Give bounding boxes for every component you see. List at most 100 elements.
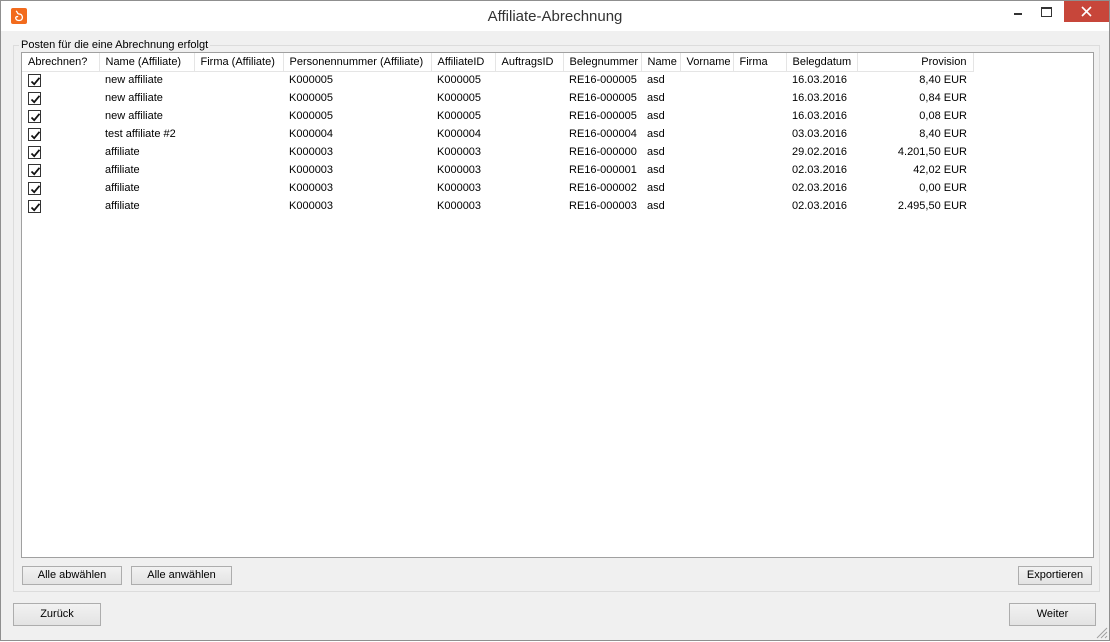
abrechnen-checkbox[interactable] bbox=[28, 199, 41, 213]
close-button[interactable] bbox=[1064, 1, 1109, 22]
provision-cell: 0,00 EUR bbox=[919, 182, 967, 194]
abrechnen-checkbox[interactable] bbox=[28, 109, 41, 123]
deselect-all-button[interactable]: Alle abwählen bbox=[22, 566, 122, 585]
export-button[interactable]: Exportieren bbox=[1018, 566, 1092, 585]
abrechnen-checkbox[interactable] bbox=[28, 127, 41, 141]
belegdatum-cell: 02.03.2016 bbox=[792, 200, 848, 212]
personennummer-cell: K000005 bbox=[289, 74, 334, 87]
abrechnen-checkbox[interactable] bbox=[28, 163, 41, 177]
belegdatum-cell: 16.03.2016 bbox=[792, 74, 848, 87]
checkmark-icon bbox=[30, 130, 41, 140]
vorname-cell bbox=[680, 161, 733, 179]
column-header-name[interactable]: Name bbox=[641, 53, 681, 72]
vorname-cell bbox=[680, 197, 733, 215]
belegdatum-cell: 02.03.2016 bbox=[792, 182, 848, 194]
auftrags-id-cell bbox=[495, 71, 563, 89]
belegdatum-cell: 16.03.2016 bbox=[792, 110, 848, 122]
items-table[interactable]: Abrechnen? Name (Affiliate) Firma (Affil… bbox=[21, 52, 1094, 558]
firma-cell bbox=[733, 125, 786, 143]
firma-affiliate-cell bbox=[194, 71, 283, 89]
name-affiliate-cell: test affiliate #2 bbox=[105, 128, 176, 140]
provision-cell: 8,40 EUR bbox=[919, 128, 967, 140]
personennummer-cell: K000003 bbox=[289, 200, 334, 212]
vorname-cell bbox=[680, 179, 733, 197]
column-header-firma-affiliate[interactable]: Firma (Affiliate) bbox=[194, 53, 284, 72]
firma-cell bbox=[733, 143, 786, 161]
firma-cell bbox=[733, 197, 786, 215]
checkmark-icon bbox=[30, 166, 41, 176]
column-header-firma[interactable]: Firma bbox=[733, 53, 787, 72]
belegdatum-cell: 29.02.2016 bbox=[792, 146, 848, 158]
personennummer-cell: K000003 bbox=[289, 182, 334, 194]
name-affiliate-cell: affiliate bbox=[105, 200, 140, 212]
column-header-provision[interactable]: Provision bbox=[857, 53, 974, 72]
checkmark-icon bbox=[30, 94, 41, 104]
auftrags-id-cell bbox=[495, 161, 563, 179]
vorname-cell bbox=[680, 125, 733, 143]
abrechnen-checkbox[interactable] bbox=[28, 73, 41, 87]
abrechnen-cell bbox=[22, 143, 99, 161]
table-row[interactable]: new affiliate K000005 K000005 RE16-000005 as… bbox=[22, 71, 973, 89]
auftrags-id-cell bbox=[495, 89, 563, 107]
abrechnen-cell bbox=[22, 89, 99, 107]
provision-cell: 42,02 EUR bbox=[913, 164, 967, 176]
firma-affiliate-cell bbox=[194, 161, 283, 179]
abrechnen-cell bbox=[22, 107, 99, 125]
provision-cell: 4.201,50 EUR bbox=[897, 146, 967, 158]
belegdatum-cell: 03.03.2016 bbox=[792, 128, 848, 140]
abrechnen-checkbox[interactable] bbox=[28, 181, 41, 195]
belegnummer-cell: RE16-000005 bbox=[569, 92, 637, 104]
name-cell: asd bbox=[647, 200, 665, 212]
affiliate-id-cell: K000005 bbox=[437, 74, 482, 87]
column-header-auftrags-id[interactable]: AuftragsID bbox=[495, 53, 564, 72]
checkmark-icon bbox=[30, 184, 41, 194]
abrechnen-checkbox[interactable] bbox=[28, 145, 41, 159]
firma-affiliate-cell bbox=[194, 143, 283, 161]
name-cell: asd bbox=[647, 92, 665, 104]
name-affiliate-cell: new affiliate bbox=[105, 110, 163, 122]
column-header-personennummer[interactable]: Personennummer (Affiliate) bbox=[283, 53, 432, 72]
select-all-button[interactable]: Alle anwählen bbox=[131, 566, 232, 585]
table-row[interactable]: new affiliate K000005 K000005 RE16-000005 as… bbox=[22, 89, 973, 107]
affiliate-id-cell: K000005 bbox=[437, 110, 482, 122]
abrechnen-cell bbox=[22, 71, 99, 89]
table-row[interactable]: test affiliate #2 K000004 K000004 RE16-0000… bbox=[22, 125, 973, 143]
firma-cell bbox=[733, 179, 786, 197]
next-button[interactable]: Weiter bbox=[1009, 603, 1096, 626]
resize-grip-icon[interactable] bbox=[1094, 625, 1108, 639]
belegdatum-cell: 16.03.2016 bbox=[792, 92, 848, 104]
name-cell: asd bbox=[647, 110, 665, 122]
back-button[interactable]: Zurück bbox=[13, 603, 101, 626]
column-header-vorname[interactable]: Vorname bbox=[680, 53, 734, 72]
checkmark-icon bbox=[30, 148, 41, 158]
affiliate-id-cell: K000003 bbox=[437, 200, 482, 212]
belegnummer-cell: RE16-000000 bbox=[569, 146, 637, 158]
table-row[interactable]: new affiliate K000005 K000005 RE16-000005 as… bbox=[22, 107, 973, 125]
affiliate-id-cell: K000003 bbox=[437, 164, 482, 176]
auftrags-id-cell bbox=[495, 107, 563, 125]
table-body: new affiliate K000005 K000005 RE16-000005 as… bbox=[22, 71, 973, 215]
checkmark-icon bbox=[30, 202, 41, 212]
column-header-name-affiliate[interactable]: Name (Affiliate) bbox=[99, 53, 195, 72]
title-bar[interactable]: Affiliate-Abrechnung bbox=[1, 1, 1109, 31]
provision-cell: 0,08 EUR bbox=[919, 110, 967, 122]
provision-cell: 2.495,50 EUR bbox=[897, 200, 967, 212]
abrechnen-checkbox[interactable] bbox=[28, 91, 41, 105]
auftrags-id-cell bbox=[495, 197, 563, 215]
vorname-cell bbox=[680, 89, 733, 107]
maximize-button[interactable] bbox=[1030, 1, 1062, 23]
checkmark-icon bbox=[30, 76, 41, 86]
firma-affiliate-cell bbox=[194, 89, 283, 107]
table-row[interactable]: affiliate K000003 K000003 RE16-000001 asd 02.… bbox=[22, 161, 973, 179]
abrechnen-cell bbox=[22, 161, 99, 179]
column-header-abrechnen[interactable]: Abrechnen? bbox=[22, 53, 100, 72]
table-row[interactable]: affiliate K000003 K000003 RE16-000003 asd 02.… bbox=[22, 197, 973, 215]
column-header-belegdatum[interactable]: Belegdatum bbox=[786, 53, 858, 72]
table-row[interactable]: affiliate K000003 K000003 RE16-000002 asd 02.… bbox=[22, 179, 973, 197]
column-header-affiliate-id[interactable]: AffiliateID bbox=[431, 53, 496, 72]
column-header-belegnummer[interactable]: Belegnummer bbox=[563, 53, 642, 72]
table-row[interactable]: affiliate K000003 K000003 RE16-000000 asd 29.… bbox=[22, 143, 973, 161]
name-affiliate-cell: affiliate bbox=[105, 146, 140, 158]
table-header: Abrechnen? Name (Affiliate) Firma (Affil… bbox=[22, 53, 974, 72]
belegdatum-cell: 02.03.2016 bbox=[792, 164, 848, 176]
